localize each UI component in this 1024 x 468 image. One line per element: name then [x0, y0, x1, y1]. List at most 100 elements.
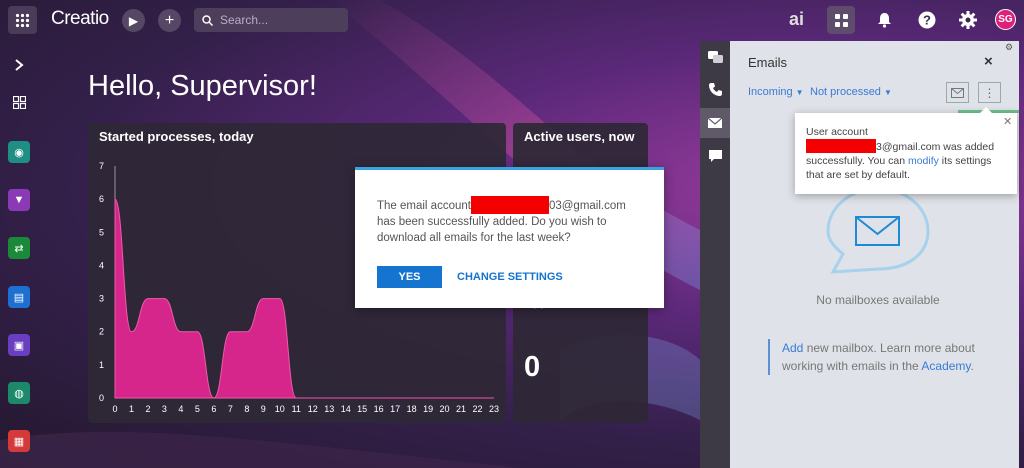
sidebar-item-dashboard[interactable]	[8, 91, 30, 113]
redacted-block	[806, 139, 876, 153]
y-tick-label: 0	[99, 393, 104, 403]
x-tick-label: 18	[407, 404, 417, 414]
search-input[interactable]: Search...	[194, 8, 348, 32]
creatio-logo[interactable]: Creatio	[51, 8, 109, 30]
tab-calls[interactable]	[700, 74, 730, 104]
x-tick-label: 17	[390, 404, 400, 414]
x-tick-label: 6	[211, 404, 216, 414]
filter-status[interactable]: Not processed ▼	[810, 86, 892, 98]
user-avatar[interactable]: SG	[995, 9, 1016, 30]
add-record-button[interactable]: +	[158, 9, 181, 32]
modify-link[interactable]: modify	[908, 155, 939, 167]
globe-icon: ◍	[14, 387, 24, 400]
sync-icon: ⇄	[14, 242, 24, 255]
search-icon	[202, 14, 213, 26]
clipboard-icon: ▣	[13, 339, 25, 352]
compose-email-icon	[951, 87, 964, 98]
tab-chat[interactable]	[700, 141, 730, 171]
academy-link[interactable]: Academy	[921, 359, 970, 373]
y-tick-label: 2	[99, 327, 104, 337]
active-users-value: 0	[524, 351, 541, 383]
emails-panel: ⚙ Emails × Incoming ▼ Not processed ▼ ⋮ No…	[730, 41, 1019, 468]
tab-emails[interactable]	[700, 108, 730, 138]
phone-icon	[708, 82, 722, 96]
x-tick-label: 14	[341, 404, 351, 414]
filter-incoming-label: Incoming	[748, 86, 793, 98]
x-tick-label: 8	[244, 404, 249, 414]
x-tick-label: 12	[308, 404, 318, 414]
chat-icon: ▼	[13, 194, 25, 206]
cards-icon: ▦	[13, 435, 25, 448]
expand-sidebar-button[interactable]	[8, 54, 30, 76]
x-tick-label: 13	[324, 404, 334, 414]
emails-panel-title: Emails	[748, 55, 788, 70]
y-tick-label: 7	[99, 161, 104, 171]
active-users-title: Active users, now	[524, 129, 635, 144]
x-tick-label: 11	[292, 404, 301, 414]
chat-bubble-icon	[708, 149, 722, 162]
change-settings-button[interactable]: CHANGE SETTINGS	[457, 271, 563, 283]
new-email-button[interactable]	[946, 82, 969, 103]
search-placeholder: Search...	[220, 13, 269, 27]
x-tick-label: 1	[129, 404, 134, 414]
run-process-button[interactable]: ▶	[122, 9, 145, 32]
top-bar: Creatio ▶ + Search... ai ? SG	[0, 0, 1024, 40]
y-tick-label: 6	[99, 194, 104, 204]
help-button[interactable]: ?	[913, 6, 941, 34]
document-icon: ▤	[13, 291, 25, 304]
add-mailbox-hint: Add new mailbox. Learn more about workin…	[768, 339, 1008, 375]
svg-text:?: ?	[923, 13, 931, 28]
sidebar-item-app-3[interactable]: ⇄	[8, 237, 30, 259]
close-icon[interactable]: ×	[984, 53, 993, 70]
add-mailbox-link[interactable]: Add	[782, 341, 803, 355]
sidebar-item-app-2[interactable]: ▼	[8, 189, 30, 211]
redacted-block	[470, 196, 549, 214]
email-added-dialog: The email account 03@gmail.com has been s…	[355, 167, 664, 308]
tab-feed[interactable]	[700, 42, 730, 72]
x-tick-label: 22	[473, 404, 483, 414]
communication-panel-tabs	[700, 41, 730, 468]
plus-icon: +	[164, 11, 175, 29]
x-tick-label: 3	[162, 404, 167, 414]
add-mailbox-text-end: .	[970, 359, 974, 373]
y-tick-label: 5	[99, 227, 104, 237]
envelope-icon	[708, 118, 722, 128]
more-options-button[interactable]: ⋮	[978, 82, 1001, 103]
sidebar-item-app-4[interactable]: ▤	[8, 286, 30, 308]
filter-incoming[interactable]: Incoming ▼	[748, 86, 804, 98]
x-tick-label: 5	[195, 404, 200, 414]
sidebar-item-app-5[interactable]: ▣	[8, 334, 30, 356]
panel-settings-icon[interactable]: ⚙	[1005, 42, 1013, 53]
notifications-button[interactable]	[870, 6, 898, 34]
sidebar-item-app-1[interactable]: ◉	[8, 141, 30, 163]
gear-icon	[959, 11, 977, 29]
x-tick-label: 23	[489, 404, 499, 414]
ai-assistant-button[interactable]: ai	[789, 9, 804, 30]
dashboard-icon	[12, 95, 26, 109]
empty-state-text: No mailboxes available	[816, 293, 940, 307]
x-tick-label: 4	[178, 404, 183, 414]
x-tick-label: 15	[357, 404, 367, 414]
yes-button[interactable]: YES	[377, 266, 442, 288]
apps-button[interactable]	[827, 6, 855, 34]
dialog-text-prefix: The email account	[377, 200, 471, 212]
feed-icon	[707, 50, 723, 63]
y-tick-label: 4	[99, 260, 104, 270]
sidebar-item-app-6[interactable]: ◍	[8, 382, 30, 404]
apps-grid-icon	[834, 13, 848, 27]
play-icon: ▶	[128, 13, 139, 28]
settings-button[interactable]	[954, 6, 982, 34]
grid-menu-icon	[15, 13, 30, 27]
sidebar-item-app-7[interactable]: ▦	[8, 430, 30, 452]
filter-status-label: Not processed	[810, 86, 881, 98]
chevron-right-icon	[15, 59, 24, 71]
caret-down-icon: ▼	[883, 88, 892, 97]
help-icon: ?	[918, 11, 936, 29]
account-added-tooltip: ✕ User account 3@gmail.com was added suc…	[795, 107, 1017, 194]
page-greeting: Hello, Supervisor!	[88, 70, 317, 102]
x-tick-label: 2	[145, 404, 150, 414]
y-tick-label: 1	[99, 360, 104, 370]
eye-icon: ◉	[14, 146, 24, 159]
app-menu-button[interactable]	[8, 6, 37, 34]
tooltip-line1: User account	[806, 126, 868, 138]
